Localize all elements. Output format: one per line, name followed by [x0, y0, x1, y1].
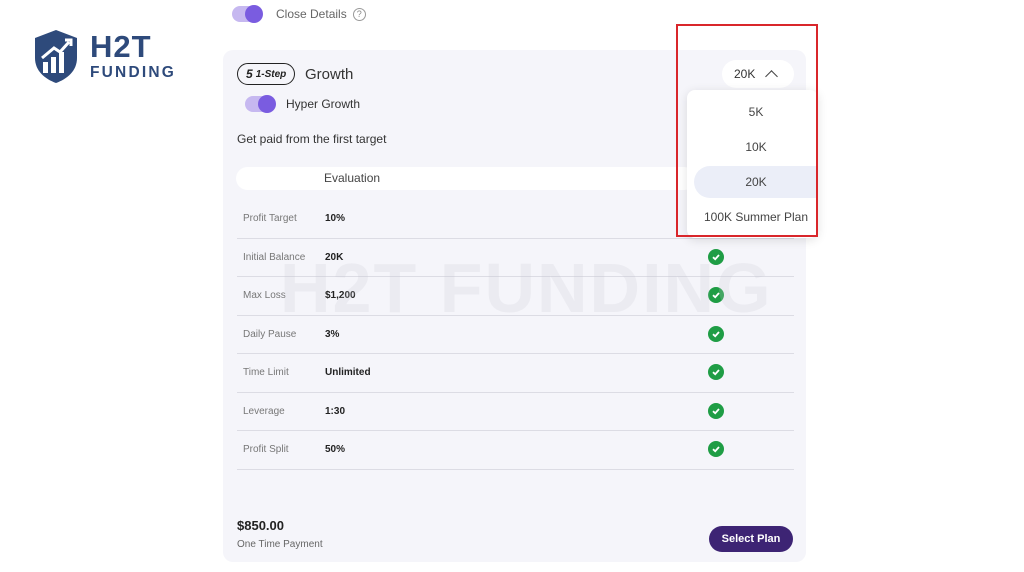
- row-value: Unlimited: [325, 367, 371, 378]
- close-details-label: Close Details: [276, 7, 347, 21]
- evaluation-label: Evaluation: [324, 171, 381, 185]
- row-value: 3%: [325, 328, 340, 340]
- table-row: Time Limit Unlimited: [237, 354, 794, 393]
- toggle-knob: [245, 5, 263, 23]
- check-icon: [708, 364, 724, 380]
- watermark: H2T FUNDING: [280, 249, 773, 327]
- price-note: One Time Payment: [237, 539, 323, 550]
- row-value: 10%: [325, 213, 346, 224]
- plan-subtitle: Get paid from the first target: [237, 132, 387, 146]
- annotation-highlight-box: [676, 24, 818, 237]
- select-plan-button[interactable]: Select Plan: [709, 526, 793, 552]
- check-icon: [708, 402, 724, 419]
- row-label: Daily Pause: [243, 328, 297, 340]
- check-icon: [708, 441, 724, 457]
- hyper-growth-toggle[interactable]: [245, 95, 276, 113]
- toggle-knob: [258, 95, 276, 113]
- logo-h2t-text: H2T: [90, 29, 152, 64]
- close-details-row: Close Details ?: [232, 4, 366, 24]
- shield-chart-icon: [35, 30, 77, 83]
- plan-price: $850.00: [237, 518, 284, 533]
- brand-logo: H2T FUNDING: [32, 28, 182, 88]
- hyper-growth-row: Hyper Growth: [245, 95, 361, 113]
- row-label: Profit Target: [243, 213, 297, 224]
- row-value: 1:30: [325, 405, 346, 417]
- step-number: 5: [246, 67, 253, 81]
- plan-details-table: Profit Target 10% Initial Balance 20K Ma…: [237, 200, 794, 470]
- table-row: Leverage 1:30: [237, 393, 794, 431]
- logo-funding-text: FUNDING: [90, 64, 177, 81]
- row-label: Leverage: [243, 405, 285, 417]
- table-row: Profit Split 50%: [237, 431, 794, 470]
- plan-name: Growth: [305, 66, 354, 83]
- close-details-toggle[interactable]: [232, 5, 263, 23]
- help-icon[interactable]: ?: [352, 7, 366, 21]
- row-label: Profit Split: [243, 444, 289, 455]
- hyper-growth-label: Hyper Growth: [286, 97, 361, 111]
- row-label: Time Limit: [243, 367, 289, 378]
- evaluation-header: Evaluation: [236, 167, 696, 190]
- step-badge: 5 1-Step: [237, 63, 296, 85]
- step-text: 1-Step: [255, 68, 287, 80]
- row-value: 50%: [325, 444, 346, 455]
